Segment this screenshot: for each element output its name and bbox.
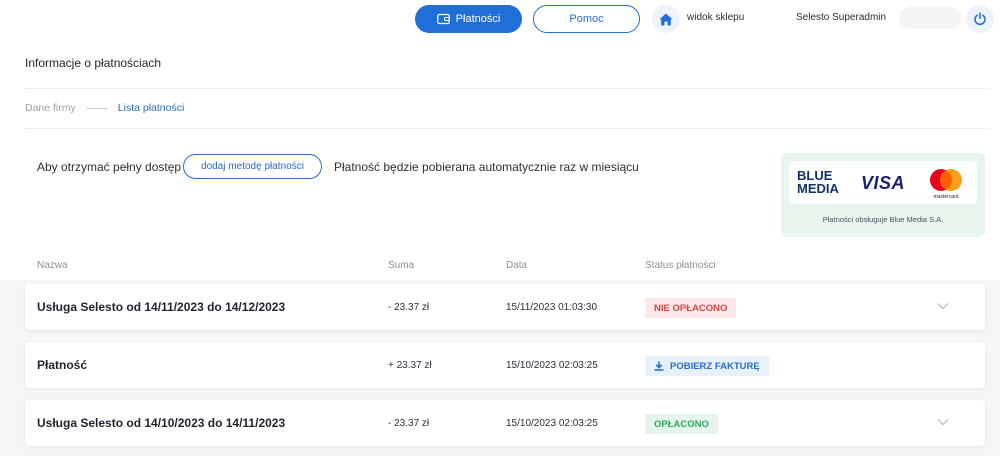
user-menu-toggle[interactable]	[899, 7, 961, 29]
blue-media-logo-line2: MEDIA	[797, 181, 839, 196]
access-notice-text: Aby otrzymać pełny dostęp	[37, 160, 182, 174]
add-payment-method-label: dodaj metodę płatności	[201, 161, 304, 172]
row-sum: + 23.37 zł	[388, 360, 432, 371]
row-date: 15/10/2023 02:03:25	[506, 418, 598, 429]
download-icon	[654, 361, 664, 371]
wallet-icon	[436, 13, 450, 25]
step-company-data[interactable]: Dane firmy	[25, 102, 76, 114]
power-icon	[974, 12, 986, 26]
blue-media-logo: BLUE MEDIA	[797, 169, 839, 195]
row-sum: - 23.37 zł	[388, 418, 430, 429]
logout-button[interactable]	[966, 5, 994, 33]
row-date: 15/10/2023 02:03:25	[506, 360, 598, 371]
payment-logos: BLUE MEDIA VISA mastercard	[789, 161, 977, 204]
auto-charge-text: Płatność będzie pobierana automatycznie …	[334, 160, 639, 174]
mastercard-wordmark: mastercard	[933, 194, 958, 200]
step-payment-list[interactable]: Lista płatności	[118, 102, 185, 114]
column-header-status: Status płatności	[645, 260, 716, 271]
payments-button[interactable]: Płatności	[415, 5, 522, 33]
help-button[interactable]: Pomoc	[533, 5, 640, 33]
mastercard-logo: mastercard	[930, 169, 962, 200]
table-row[interactable]: Usługa Selesto od 14/10/2023 do 14/11/20…	[25, 400, 985, 446]
user-name: Selesto Superadmin	[796, 12, 887, 23]
blue-media-caption: Płatności obsługuje Blue Media S.A.	[822, 215, 944, 224]
column-header-sum: Suma	[388, 260, 415, 271]
row-name: Usługa Selesto od 14/11/2023 do 14/12/20…	[37, 300, 286, 314]
divider	[25, 88, 990, 89]
table-row[interactable]: Usługa Selesto od 14/11/2023 do 14/12/20…	[25, 284, 985, 330]
payments-panel: Informacje o płatnościach Dane firmy Lis…	[0, 40, 1000, 456]
payments-button-label: Płatności	[455, 13, 501, 25]
step-breadcrumb: Dane firmy Lista płatności	[25, 102, 184, 114]
table-header: Nazwa Suma Data Status płatności	[25, 256, 990, 276]
chevron-down-icon[interactable]	[937, 418, 949, 426]
status-badge-unpaid: NIE OPŁACONO	[645, 298, 737, 318]
page-title: Informacje o płatnościach	[25, 56, 162, 70]
status-badge-paid: OPŁACONO	[645, 414, 718, 434]
home-icon	[659, 13, 673, 25]
add-payment-method-button[interactable]: dodaj metodę płatności	[183, 154, 322, 179]
column-header-date: Data	[506, 260, 528, 271]
visa-logo: VISA	[861, 173, 906, 193]
shop-view-link[interactable]: widok sklepu	[687, 12, 744, 23]
download-invoice-button[interactable]: POBIERZ FAKTURĘ	[645, 356, 769, 376]
home-button[interactable]	[652, 5, 680, 33]
chevron-down-icon[interactable]	[937, 302, 949, 310]
row-date: 15/11/2023 01:03:30	[506, 302, 598, 313]
help-button-label: Pomoc	[569, 13, 604, 25]
row-name: Płatność	[37, 358, 88, 372]
row-name: Usługa Selesto od 14/10/2023 do 14/11/20…	[37, 416, 286, 430]
top-bar: Płatności Pomoc widok sklepu Selesto Sup…	[0, 0, 1000, 40]
blue-media-info-box: BLUE MEDIA VISA mastercard Płatności obs…	[781, 153, 985, 237]
step-separator	[85, 107, 108, 109]
row-sum: - 23.37 zł	[388, 302, 430, 313]
column-header-name: Nazwa	[37, 260, 68, 271]
table-row[interactable]: Płatność + 23.37 zł 15/10/2023 02:03:25 …	[25, 342, 985, 388]
download-invoice-label: POBIERZ FAKTURĘ	[670, 360, 760, 372]
divider	[25, 128, 990, 129]
